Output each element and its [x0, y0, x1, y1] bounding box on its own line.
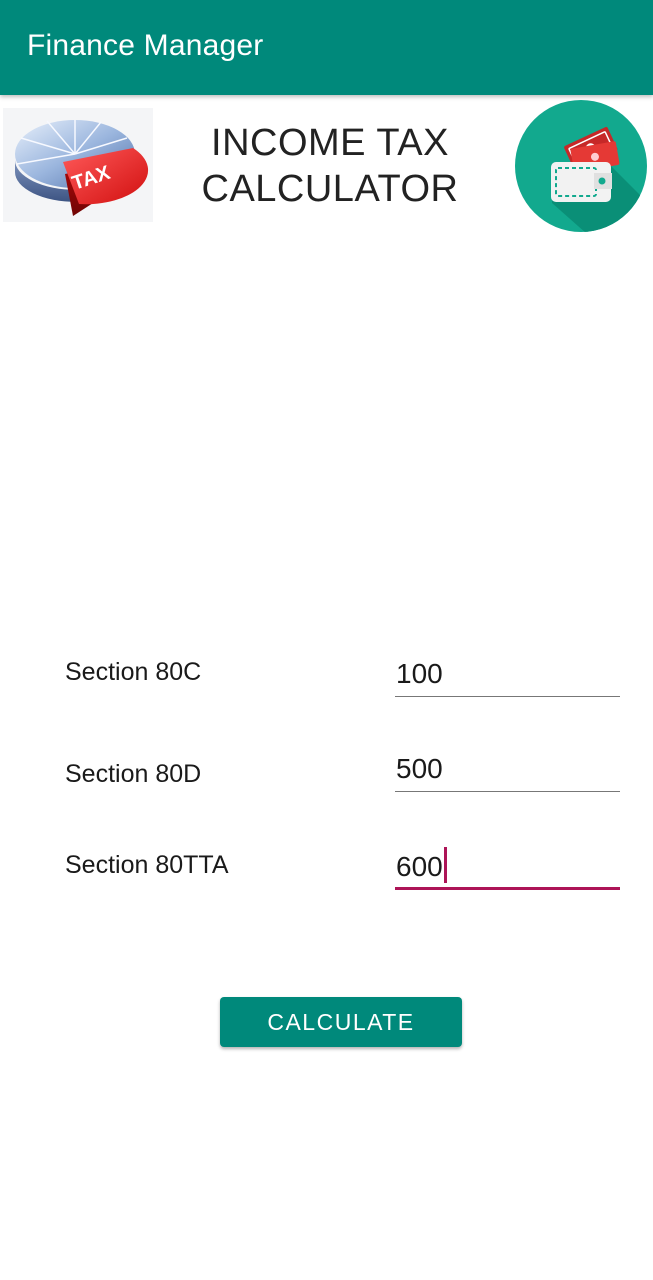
section-80d-underline	[395, 790, 620, 792]
section-80d-input[interactable]: 500	[395, 748, 620, 792]
section-80d-value: 500	[396, 753, 443, 784]
section-80d-label: Section 80D	[65, 760, 202, 788]
section-80tta-input[interactable]: 600	[395, 846, 620, 890]
section-80c-underline	[395, 695, 620, 697]
page-title-line-2: CALCULATOR	[201, 168, 459, 210]
wallet-icon	[514, 99, 648, 233]
page-title-line-1: INCOME TAX	[211, 122, 449, 164]
app-title: Finance Manager	[27, 29, 264, 62]
app-bar: Finance Manager	[0, 0, 653, 95]
text-cursor	[443, 847, 447, 883]
section-80c-input[interactable]: 100	[395, 653, 620, 697]
page-title: INCOME TAX CALCULATOR	[160, 120, 500, 212]
section-80c-value: 100	[396, 658, 443, 689]
section-80tta-value: 600	[396, 851, 443, 882]
section-80tta-underline	[395, 887, 620, 890]
tax-pie-chart-icon: TAX	[3, 108, 153, 222]
section-80c-label: Section 80C	[65, 658, 202, 686]
section-80tta-label: Section 80TTA	[65, 851, 229, 879]
calculate-button[interactable]: CALCULATE	[220, 997, 462, 1047]
